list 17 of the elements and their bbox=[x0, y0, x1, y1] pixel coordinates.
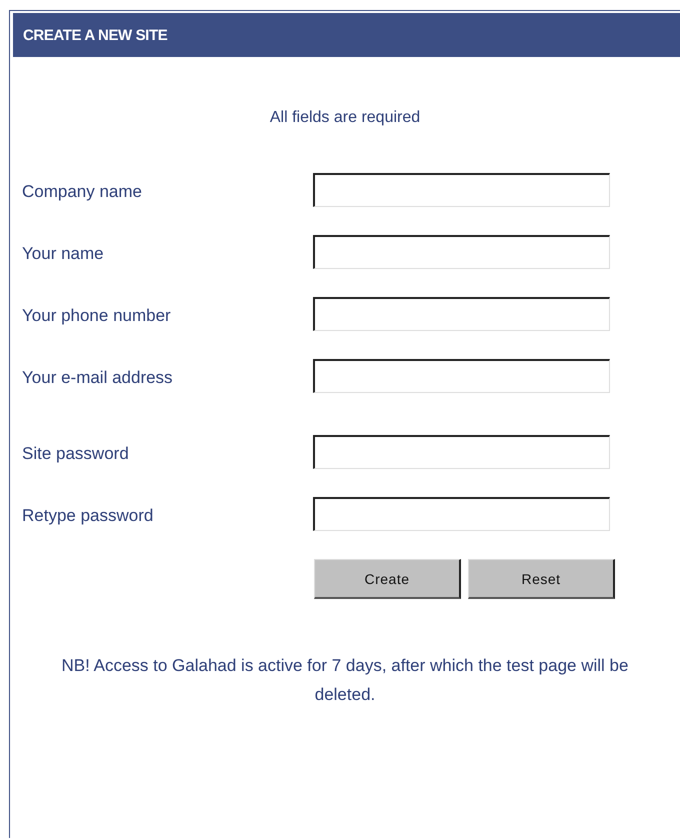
input-field[interactable] bbox=[313, 297, 610, 331]
input-field[interactable] bbox=[313, 435, 610, 469]
input-field[interactable] bbox=[313, 173, 610, 207]
panel-title: CREATE A NEW SITE bbox=[23, 26, 168, 44]
form-button[interactable]: Reset bbox=[468, 559, 615, 599]
field-label: Your name bbox=[22, 243, 105, 264]
required-note: All fields are required bbox=[268, 109, 422, 128]
form-button[interactable]: Create bbox=[314, 559, 461, 599]
field-label: Your e-mail address bbox=[22, 367, 174, 388]
field-label: Retype password bbox=[22, 505, 154, 526]
input-field[interactable] bbox=[313, 497, 610, 531]
field-label: Company name bbox=[22, 181, 144, 202]
input-field[interactable] bbox=[313, 235, 610, 269]
footer-note: NB! Access to Galahad is active for 7 days, after which the test page will be deleted. bbox=[60, 655, 630, 706]
field-label: Your phone number bbox=[22, 305, 172, 326]
input-field[interactable] bbox=[313, 359, 610, 393]
field-label: Site password bbox=[22, 443, 130, 464]
